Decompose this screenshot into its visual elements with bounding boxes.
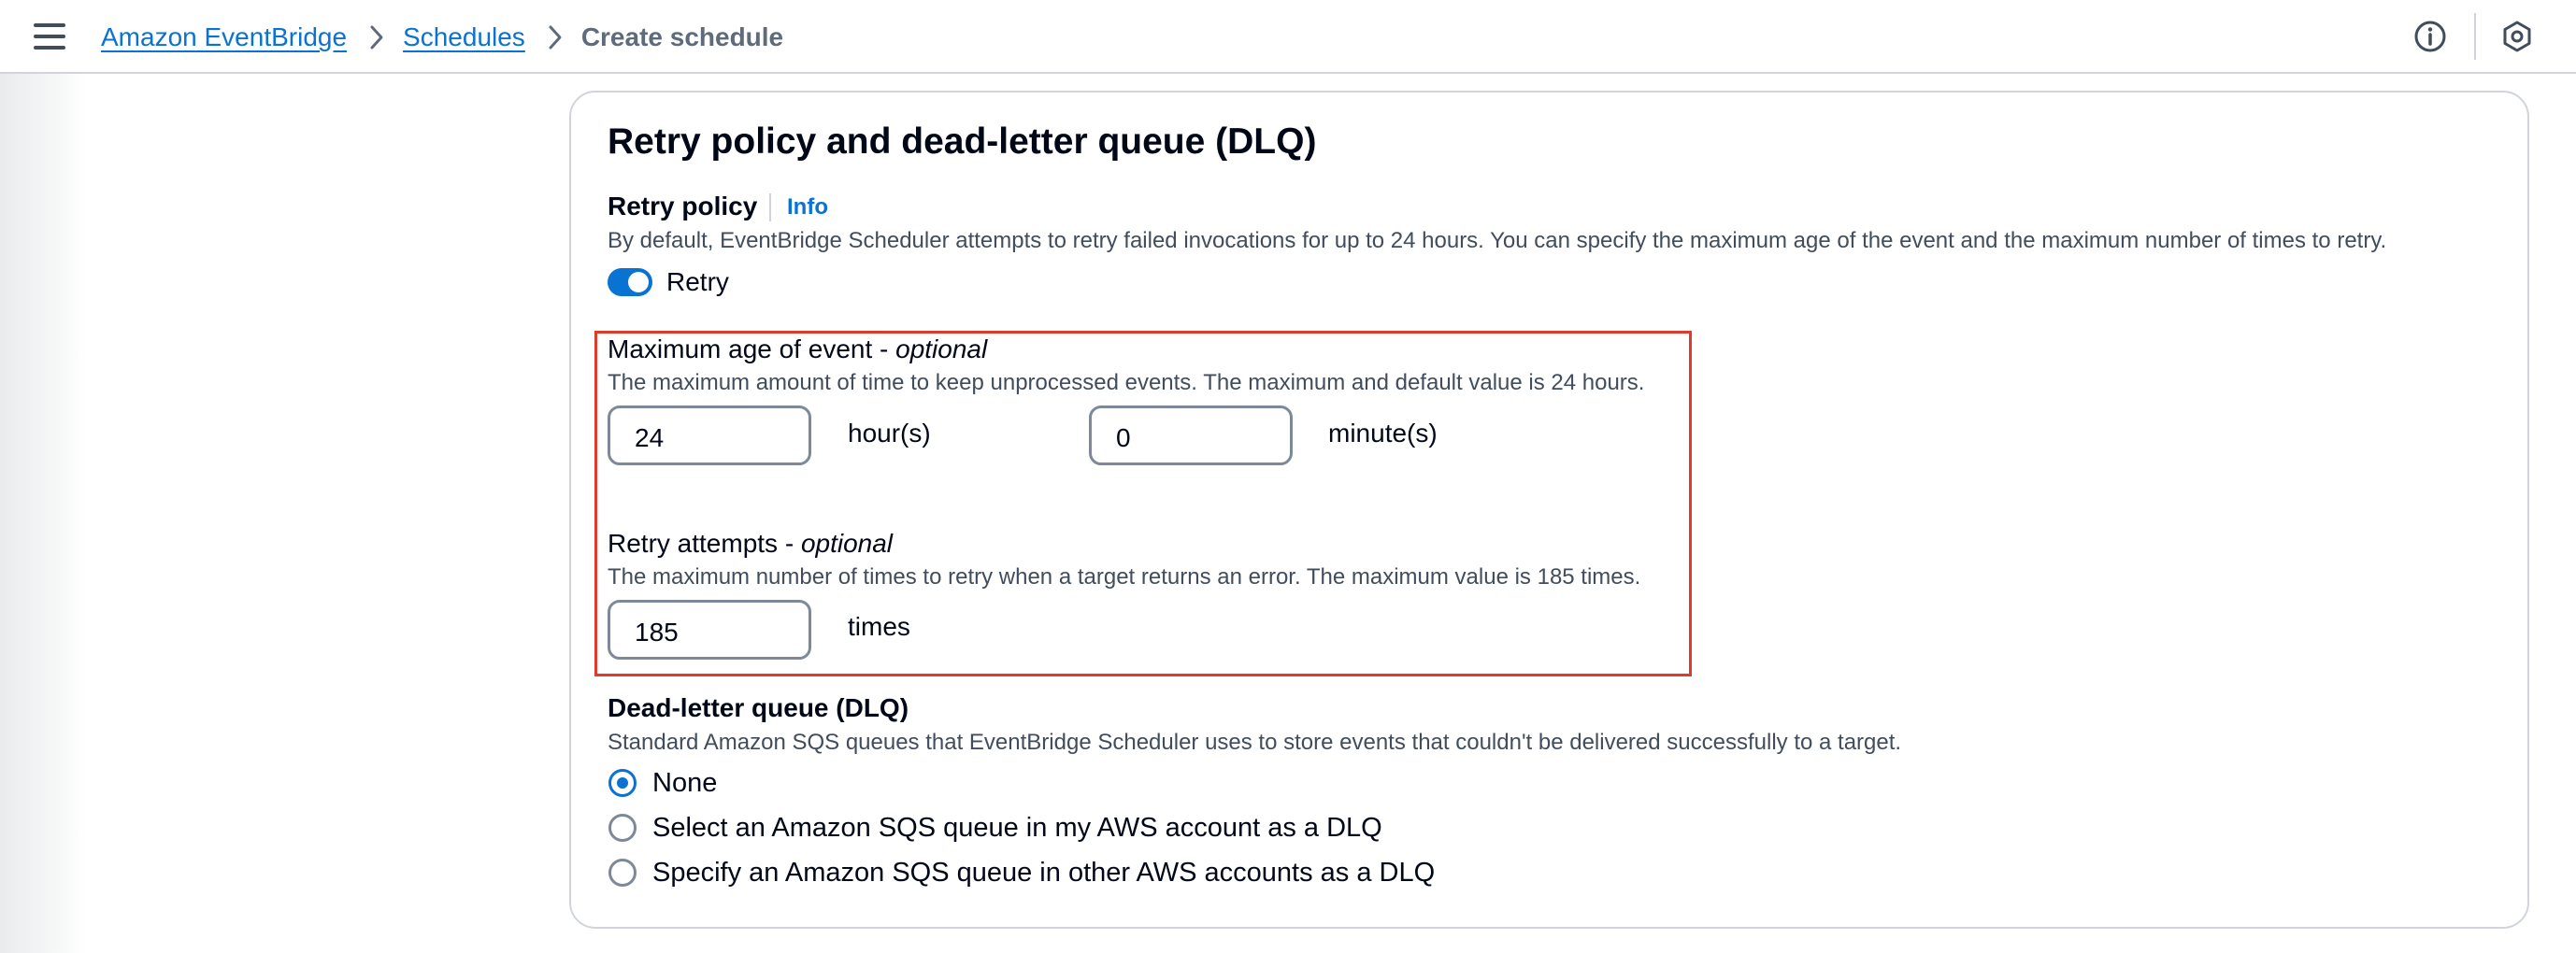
dlq-label: Dead-letter queue (DLQ) bbox=[608, 693, 909, 722]
breadcrumb: Amazon EventBridge Schedules Create sche… bbox=[101, 19, 783, 56]
optional-tag: optional bbox=[800, 529, 894, 558]
dlq-option-same-account-radio[interactable] bbox=[608, 814, 637, 842]
dlq-option-same-account-label[interactable]: Select an Amazon SQS queue in my AWS acc… bbox=[652, 813, 1382, 844]
chevron-right-icon bbox=[548, 24, 563, 50]
minutes-unit-label: minute(s) bbox=[1328, 419, 1438, 448]
max-age-label: Maximum age of event - optional bbox=[608, 334, 987, 364]
retry-policy-description: By default, EventBridge Scheduler attemp… bbox=[608, 228, 2387, 253]
retry-policy-label: Retry policy bbox=[608, 192, 758, 220]
side-navigation-collapsed bbox=[0, 74, 86, 953]
retry-attempts-description: The maximum number of times to retry whe… bbox=[608, 564, 1641, 590]
breadcrumb-schedules[interactable]: Schedules bbox=[403, 22, 525, 52]
optional-tag: optional bbox=[895, 334, 988, 363]
max-age-hours-input[interactable] bbox=[608, 405, 811, 465]
dlq-option-other-account-label[interactable]: Specify an Amazon SQS queue in other AWS… bbox=[652, 858, 1435, 889]
chevron-right-icon bbox=[369, 24, 384, 50]
section-title: Retry policy and dead-letter queue (DLQ) bbox=[608, 121, 1317, 162]
menu-icon[interactable] bbox=[34, 23, 65, 50]
breadcrumb-amazon-eventbridge[interactable]: Amazon EventBridge bbox=[101, 22, 347, 52]
retry-attempts-label: Retry attempts - optional bbox=[608, 529, 893, 559]
toolbar-divider bbox=[2474, 13, 2476, 60]
label-divider bbox=[769, 193, 771, 221]
info-circle-icon[interactable] bbox=[2411, 18, 2449, 55]
retry-toggle-label: Retry bbox=[666, 267, 729, 296]
max-age-minutes-input[interactable] bbox=[1089, 405, 1293, 465]
top-navigation-bar: Amazon EventBridge Schedules Create sche… bbox=[0, 0, 2576, 74]
retry-attempts-label-text: Retry attempts - bbox=[608, 529, 801, 558]
breadcrumb-current-page: Create schedule bbox=[580, 22, 784, 51]
retry-toggle[interactable] bbox=[608, 268, 652, 296]
times-unit-label: times bbox=[848, 612, 910, 641]
hours-unit-label: hour(s) bbox=[848, 419, 931, 448]
toggle-knob bbox=[628, 272, 649, 292]
dlq-option-other-account-radio[interactable] bbox=[608, 859, 637, 887]
dlq-description: Standard Amazon SQS queues that EventBri… bbox=[608, 730, 1902, 755]
dlq-option-none-label[interactable]: None bbox=[652, 768, 717, 799]
settings-hexagon-icon[interactable] bbox=[2498, 18, 2536, 55]
retry-policy-info-link[interactable]: Info bbox=[787, 194, 828, 220]
dlq-option-none-radio[interactable] bbox=[608, 769, 637, 797]
max-age-description: The maximum amount of time to keep unpro… bbox=[608, 370, 1645, 395]
retry-attempts-input[interactable] bbox=[608, 600, 811, 660]
max-age-label-text: Maximum age of event - bbox=[608, 334, 896, 363]
